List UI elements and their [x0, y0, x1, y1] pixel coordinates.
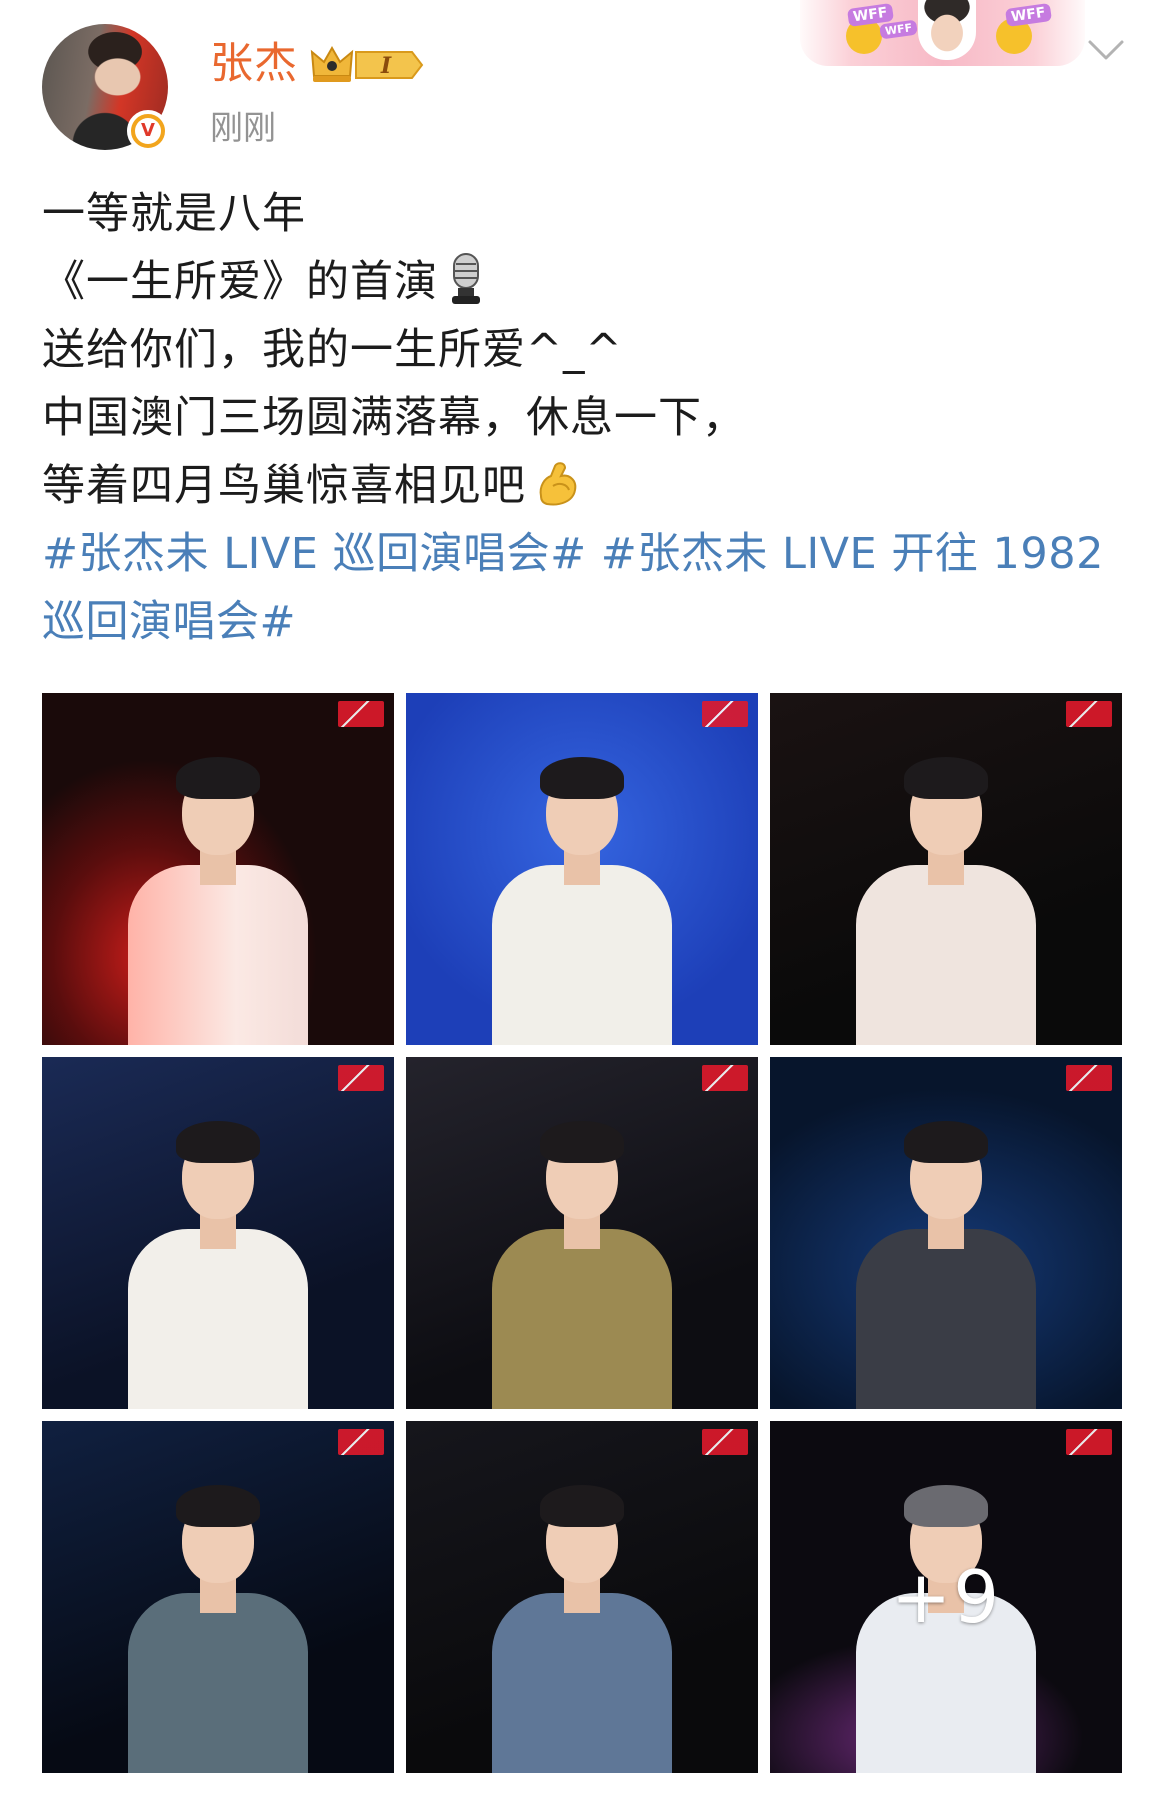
photo-thumbnail[interactable]: +9 [770, 1421, 1122, 1773]
tour-logo-watermark [1066, 1065, 1112, 1091]
performer-outfit [128, 1593, 308, 1773]
performer-outfit [492, 1593, 672, 1773]
chevron-down-icon[interactable] [1086, 36, 1126, 64]
performer-outfit [856, 1229, 1036, 1409]
flexed-biceps-icon [539, 462, 577, 506]
performer-hair [176, 757, 260, 799]
performer-figure [846, 1109, 1046, 1409]
performer-outfit [128, 865, 308, 1045]
post-text-line-content: 等着四月鸟巢惊喜相见吧 [42, 461, 526, 511]
post-text-line-content: 《一生所爱》的首演 [42, 257, 438, 307]
crown-badge-icon[interactable]: I [308, 42, 428, 88]
post-text-line: 等着四月鸟巢惊喜相见吧 [42, 452, 1132, 520]
post-text-line: 中国澳门三场圆满落幕，休息一下， [42, 393, 746, 443]
hashtags: #张杰未 LIVE 巡回演唱会# #张杰未 LIVE 开往 1982 巡回演唱会… [42, 520, 1152, 656]
photo-thumbnail[interactable] [770, 693, 1122, 1045]
member-level-text: I [380, 53, 392, 79]
performer-hair [904, 757, 988, 799]
banner-portrait [918, 0, 976, 60]
performer-figure [118, 745, 318, 1045]
photo-thumbnail[interactable] [406, 1421, 758, 1773]
post-text: 一等就是八年 《一生所爱》的首演 送给你们，我的一生所爱^_^ 中国澳门三场圆满… [42, 180, 1132, 520]
tour-logo-watermark [338, 1065, 384, 1091]
promo-banner[interactable]: WFF WFF WFF [800, 0, 1085, 66]
post-text-line: 送给你们，我的一生所爱^_^ [42, 325, 623, 375]
post-text-line: 《一生所爱》的首演 [42, 248, 1132, 316]
banner-tag-right: WFF [1004, 2, 1052, 28]
performer-hair [540, 1121, 624, 1163]
performer-figure [118, 1109, 318, 1409]
performer-outfit [492, 865, 672, 1045]
performer-hair [176, 1121, 260, 1163]
photo-thumbnail[interactable] [42, 1421, 394, 1773]
verified-badge-letter: V [135, 118, 161, 144]
performer-figure [846, 745, 1046, 1045]
photo-thumbnail[interactable] [406, 693, 758, 1045]
photo-thumbnail[interactable] [42, 1057, 394, 1409]
performer-outfit [492, 1229, 672, 1409]
verified-badge: V [127, 110, 169, 152]
photo-grid: +9 [42, 693, 1122, 1773]
photo-thumbnail[interactable] [770, 1057, 1122, 1409]
performer-outfit [128, 1229, 308, 1409]
tour-logo-watermark [702, 701, 748, 727]
performer-figure [482, 1473, 682, 1773]
post-text-line: 一等就是八年 [42, 189, 306, 239]
tour-logo-watermark [338, 701, 384, 727]
performer-hair [540, 1485, 624, 1527]
photo-thumbnail[interactable] [406, 1057, 758, 1409]
banner-tag-mid: WFF [879, 19, 919, 40]
more-photos-count[interactable]: +9 [770, 1421, 1122, 1773]
performer-figure [482, 1109, 682, 1409]
performer-hair [540, 757, 624, 799]
tour-logo-watermark [1066, 701, 1112, 727]
microphone-icon [452, 253, 480, 304]
performer-hair [176, 1485, 260, 1527]
tour-logo-watermark [338, 1429, 384, 1455]
tour-logo-watermark [702, 1065, 748, 1091]
tour-logo-watermark [1066, 1429, 1112, 1455]
performer-hair [904, 1121, 988, 1163]
performer-outfit [856, 865, 1036, 1045]
performer-figure [482, 745, 682, 1045]
hashtag-link[interactable]: #张杰未 LIVE 巡回演唱会# [42, 529, 587, 579]
username[interactable]: 张杰 [210, 38, 298, 90]
post-timestamp: 刚刚 [210, 108, 276, 147]
performer-figure [118, 1473, 318, 1773]
photo-thumbnail[interactable] [42, 693, 394, 1045]
tour-logo-watermark [702, 1429, 748, 1455]
